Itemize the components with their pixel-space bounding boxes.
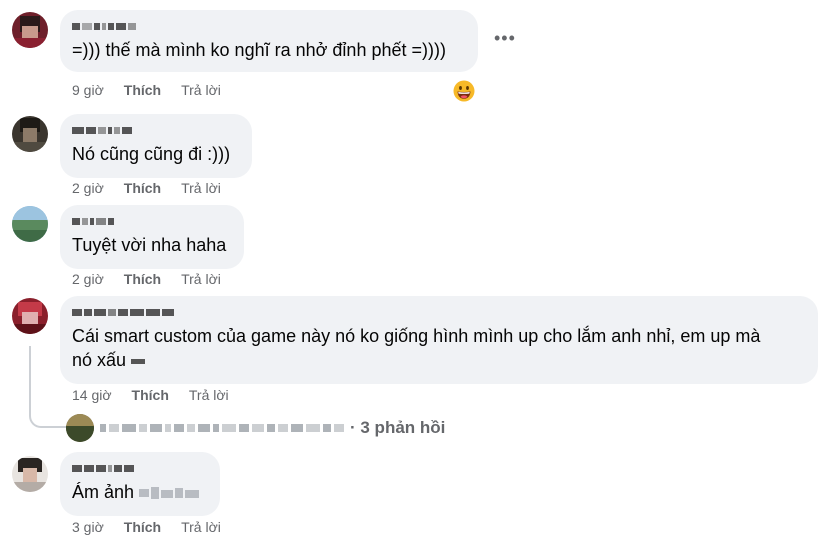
avatar[interactable]	[12, 456, 48, 492]
comment-text: Cái smart custom của game này nó ko giốn…	[72, 326, 761, 370]
like-button[interactable]: Thích	[124, 271, 161, 287]
comment-actions: 9 giờ Thích Trả lời	[72, 82, 221, 98]
comment-actions: 14 giờ Thích Trả lời	[72, 387, 229, 403]
comment-text: =))) thế mà mình ko nghĩ ra nhở đỉnh phế…	[72, 40, 446, 60]
like-button[interactable]: Thích	[124, 519, 161, 535]
comment-timestamp[interactable]: 2 giờ	[72, 271, 104, 287]
comment-bubble: Cái smart custom của game này nó ko giốn…	[60, 296, 818, 384]
comment-timestamp[interactable]: 2 giờ	[72, 180, 104, 196]
three-dots-icon[interactable]: •••	[494, 28, 516, 49]
grinning-emoji-icon[interactable]	[453, 80, 475, 102]
comment-actions: 2 giờ Thích Trả lời	[72, 271, 221, 287]
like-button[interactable]: Thích	[124, 180, 161, 196]
commenter-name-blurred[interactable]	[72, 124, 240, 136]
comment-text: Nó cũng cũng đi :)))	[72, 144, 231, 164]
blurred-text	[139, 484, 201, 502]
pixelated-emoji	[131, 358, 146, 364]
avatar[interactable]	[12, 206, 48, 242]
view-replies-link[interactable]: · 3 phản hồi	[66, 414, 445, 442]
comment-actions: 2 giờ Thích Trả lời	[72, 180, 221, 196]
like-button[interactable]: Thích	[132, 387, 169, 403]
comment-timestamp[interactable]: 3 giờ	[72, 519, 104, 535]
commenter-name-blurred[interactable]	[72, 20, 466, 32]
replier-name-blurred	[100, 424, 344, 432]
commenter-name-blurred[interactable]	[72, 306, 806, 318]
like-button[interactable]: Thích	[124, 82, 161, 98]
avatar[interactable]	[12, 298, 48, 334]
reply-button[interactable]: Trả lời	[181, 180, 221, 196]
reply-button[interactable]: Trả lời	[181, 271, 221, 287]
comment-bubble: Ám ảnh	[60, 452, 220, 516]
avatar	[66, 414, 94, 442]
comment-actions: 3 giờ Thích Trả lời	[72, 519, 221, 535]
comment-bubble: Tuyệt vời nha haha	[60, 205, 244, 269]
commenter-name-blurred[interactable]	[72, 215, 232, 227]
replies-count[interactable]: · 3 phản hồi	[350, 418, 445, 438]
avatar[interactable]	[12, 12, 48, 48]
reply-button[interactable]: Trả lời	[189, 387, 229, 403]
reply-button[interactable]: Trả lời	[181, 519, 221, 535]
comment-text: Ám ảnh	[72, 480, 208, 504]
avatar[interactable]	[12, 116, 48, 152]
comment-timestamp[interactable]: 14 giờ	[72, 387, 112, 403]
comment-text: Tuyệt vời nha haha	[72, 235, 227, 255]
comment-timestamp[interactable]: 9 giờ	[72, 82, 104, 98]
reply-button[interactable]: Trả lời	[181, 82, 221, 98]
comment-bubble: =))) thế mà mình ko nghĩ ra nhở đỉnh phế…	[60, 10, 478, 72]
commenter-name-blurred[interactable]	[72, 462, 208, 474]
comment-bubble: Nó cũng cũng đi :)))	[60, 114, 252, 178]
